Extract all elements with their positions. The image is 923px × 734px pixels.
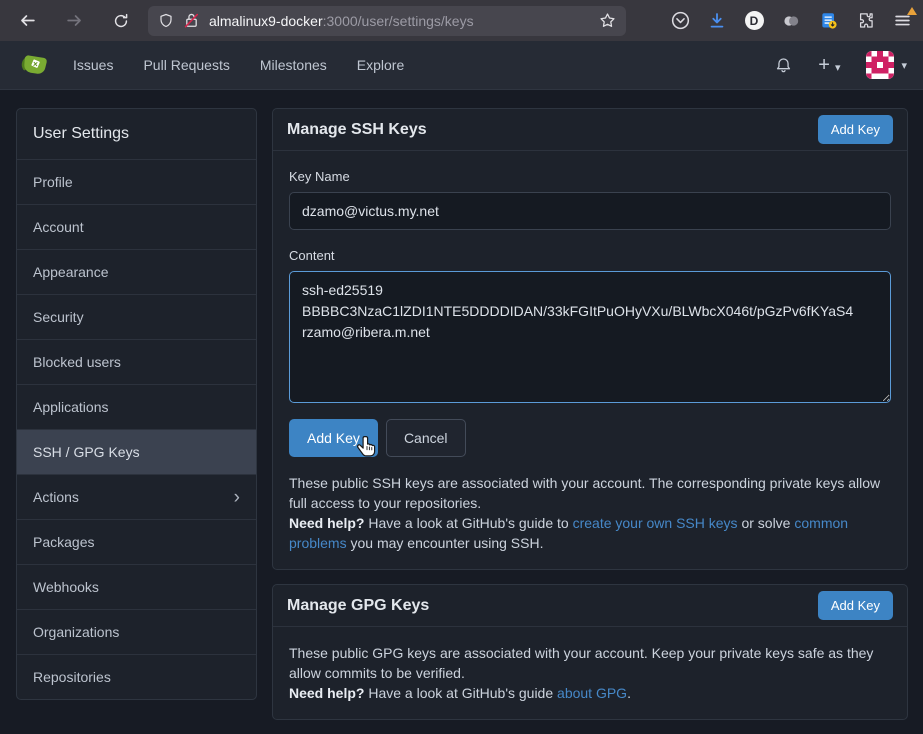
bookmark-star-icon[interactable] — [599, 12, 616, 29]
url-bar[interactable]: almalinux9-docker:3000/user/settings/key… — [148, 6, 626, 36]
content-label: Content — [289, 248, 891, 263]
key-name-label: Key Name — [289, 169, 891, 184]
ssh-keys-panel: Manage SSH Keys Add Key Key Name Content… — [272, 108, 908, 570]
forward-button[interactable] — [57, 7, 91, 35]
ssh-help-text: These public SSH keys are associated wit… — [289, 473, 891, 553]
update-badge — [907, 7, 917, 15]
shield-icon[interactable] — [158, 13, 174, 29]
toolbar-extensions-area: D — [654, 10, 913, 32]
sidebar-item-account[interactable]: Account — [17, 204, 256, 249]
key-name-input[interactable] — [289, 192, 891, 230]
sidebar-item-appearance[interactable]: Appearance — [17, 249, 256, 294]
gpg-panel-title: Manage GPG Keys — [287, 597, 429, 615]
gpg-guide-link[interactable]: about GPG — [557, 685, 627, 701]
sidebar-item-webhooks[interactable]: Webhooks — [17, 564, 256, 609]
user-menu[interactable]: ▾ — [866, 51, 907, 79]
chevron-right-icon: › — [234, 488, 240, 507]
gpg-keys-panel: Manage GPG Keys Add Key These public GPG… — [272, 584, 908, 720]
url-path: :3000/user/settings/keys — [323, 13, 474, 29]
download-icon[interactable] — [706, 10, 728, 32]
nav-milestones[interactable]: Milestones — [245, 41, 342, 90]
url-host: almalinux9-docker — [209, 13, 323, 29]
sidebar-item-actions[interactable]: Actions › — [17, 474, 256, 519]
nav-pull-requests[interactable]: Pull Requests — [128, 41, 244, 90]
plus-icon: + — [818, 54, 830, 77]
navbar-right: + ▾ ▾ — [775, 51, 911, 79]
sidebar-item-security[interactable]: Security — [17, 294, 256, 339]
gpg-add-key-toggle-button[interactable]: Add Key — [818, 591, 893, 620]
avatar — [866, 51, 894, 79]
insecure-lock-icon[interactable] — [183, 12, 200, 29]
cancel-button[interactable]: Cancel — [386, 419, 466, 457]
pocket-icon[interactable] — [669, 10, 691, 32]
settings-sidebar: User Settings Profile Account Appearance… — [16, 108, 257, 700]
sidebar-item-ssh-gpg-keys[interactable]: SSH / GPG Keys — [17, 429, 256, 474]
key-content-textarea[interactable]: ssh-ed25519 BBBBC3NzaC1lZDI1NTE5DDDDIDAN… — [289, 271, 891, 403]
form-buttons: Add Key Cancel — [289, 419, 891, 457]
create-new-menu[interactable]: + ▾ — [818, 54, 840, 77]
page-content: User Settings Profile Account Appearance… — [0, 90, 923, 720]
reload-icon — [113, 13, 129, 29]
need-help-label: Need help? — [289, 515, 364, 531]
sidebar-item-blocked-users[interactable]: Blocked users — [17, 339, 256, 384]
gitea-navbar: Issues Pull Requests Milestones Explore … — [0, 41, 923, 90]
ssh-add-key-toggle-button[interactable]: Add Key — [818, 115, 893, 144]
extensions-puzzle-icon[interactable] — [854, 10, 876, 32]
nav-issues[interactable]: Issues — [58, 41, 128, 90]
sidebar-item-repositories[interactable]: Repositories — [17, 654, 256, 699]
forward-arrow-icon — [66, 12, 83, 29]
ssh-panel-title: Manage SSH Keys — [287, 121, 427, 139]
menu-hamburger-icon[interactable] — [891, 10, 913, 32]
sidebar-item-packages[interactable]: Packages — [17, 519, 256, 564]
ssh-panel-header: Manage SSH Keys Add Key — [273, 109, 907, 151]
back-button[interactable] — [10, 7, 44, 35]
main-column: Manage SSH Keys Add Key Key Name Content… — [272, 108, 908, 720]
sidebar-title: User Settings — [17, 109, 256, 159]
gpg-panel-header: Manage GPG Keys Add Key — [273, 585, 907, 627]
gpg-help-text: These public GPG keys are associated wit… — [289, 643, 891, 703]
chevron-down-icon: ▾ — [835, 61, 841, 74]
back-arrow-icon — [19, 12, 36, 29]
sidebar-item-organizations[interactable]: Organizations — [17, 609, 256, 654]
reload-button[interactable] — [104, 7, 138, 35]
gpg-panel-body: These public GPG keys are associated wit… — [273, 627, 907, 719]
containers-extension-icon[interactable] — [780, 10, 802, 32]
url-text: almalinux9-docker:3000/user/settings/key… — [209, 13, 590, 29]
sidebar-item-profile[interactable]: Profile — [17, 159, 256, 204]
nav-explore[interactable]: Explore — [342, 41, 419, 90]
add-key-submit-button[interactable]: Add Key — [289, 419, 378, 457]
duckduckgo-extension-icon[interactable]: D — [743, 10, 765, 32]
ssh-panel-body: Key Name Content ssh-ed25519 BBBBC3NzaC1… — [273, 151, 907, 569]
chevron-down-icon: ▾ — [901, 59, 907, 72]
sidebar-item-applications[interactable]: Applications — [17, 384, 256, 429]
browser-toolbar: almalinux9-docker:3000/user/settings/key… — [0, 0, 923, 41]
screen: almalinux9-docker:3000/user/settings/key… — [0, 0, 923, 734]
notifications-bell-icon[interactable] — [775, 57, 792, 74]
ssh-guide-link[interactable]: create your own SSH keys — [573, 515, 738, 531]
need-help-label: Need help? — [289, 685, 364, 701]
translate-extension-icon[interactable] — [817, 10, 839, 32]
gitea-logo[interactable] — [18, 48, 52, 82]
